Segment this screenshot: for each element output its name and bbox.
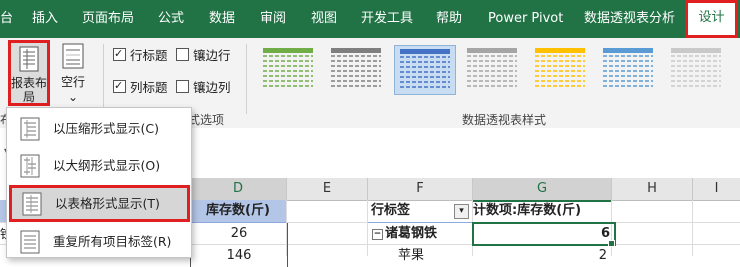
blank-rows-button[interactable]: 空行 ⌄ [56, 42, 90, 106]
filter-dropdown-icon[interactable]: ▾ [454, 204, 469, 219]
column-header-f[interactable]: F [368, 178, 473, 201]
pivot-style-thumbnail[interactable] [598, 45, 658, 93]
blank-rows-icon [62, 43, 84, 69]
cell-d-value[interactable]: 146 [190, 245, 288, 267]
cell-d-header[interactable]: 库存数(斤) [190, 200, 286, 223]
column-headers-label: 列标题 [130, 80, 168, 95]
ribbon-tab[interactable]: 公式 [158, 0, 184, 38]
report-layout-button[interactable]: 报表布局 ⌄ [8, 40, 50, 118]
pivot-row-group[interactable]: − 诸葛钢铁 [368, 223, 472, 245]
pivot-styles-group-label: 数据透视表样式 [462, 113, 547, 127]
pivot-value-cell-selected[interactable]: 6 [472, 222, 616, 246]
pivot-style-preview-icon [671, 48, 721, 87]
group-divider [246, 44, 247, 114]
pivot-style-thumbnail[interactable] [530, 45, 590, 93]
pivot-row-labels-header[interactable]: 行标签 ▾ [368, 200, 472, 223]
banded-rows-checkbox[interactable]: 镶边行 [176, 48, 231, 64]
ribbon-tab[interactable]: 台 [0, 0, 13, 38]
pivot-style-thumbnail[interactable] [394, 45, 456, 95]
pivot-style-preview-icon [400, 49, 450, 88]
column-headers-checkbox[interactable]: 列标题 [113, 78, 168, 96]
column-header-e[interactable]: E [287, 178, 368, 201]
menu-item-label: 以表格形式显示(T) [55, 196, 160, 211]
column-header-i[interactable]: I [693, 178, 740, 201]
repeat-labels-icon [20, 230, 40, 254]
tabular-form-icon [22, 192, 42, 216]
cell-d-value[interactable]: 26 [190, 223, 288, 245]
banded-columns-checkbox[interactable]: 镶边列 [176, 80, 231, 96]
pivot-value-header[interactable]: 计数项:库存数(斤) [473, 200, 611, 223]
pivot-style-preview-icon [603, 48, 653, 87]
menu-item-label: 重复所有项目标签(R) [53, 234, 172, 249]
banded-rows-label: 镶边行 [193, 48, 231, 63]
banded-columns-label: 镶边列 [193, 80, 231, 95]
pivot-style-thumbnail[interactable] [326, 45, 386, 93]
pivot-style-preview-icon [263, 48, 313, 87]
row-labels-text: 行标签 [371, 203, 411, 218]
report-layout-icon [19, 46, 39, 72]
ribbon-tab[interactable]: 帮助 [436, 0, 462, 38]
menu-item-tabular-form[interactable]: 以表格形式显示(T) [9, 185, 190, 222]
ribbon-tab[interactable]: 数据 [209, 0, 235, 38]
outline-form-icon [20, 154, 40, 178]
grid-line [692, 200, 693, 256]
report-layout-label: 报表布局 [11, 76, 48, 104]
ribbon-tab[interactable]: 视图 [311, 0, 337, 38]
tab-design[interactable]: 设计 [685, 0, 738, 38]
group-divider [103, 44, 104, 114]
collapse-icon[interactable]: − [372, 229, 383, 240]
compact-form-icon [20, 117, 40, 141]
row-headers-checkbox[interactable]: 行标题 [113, 46, 168, 64]
style-options-group-label: 式选项 [188, 113, 225, 127]
checkbox-icon [176, 48, 189, 61]
pivot-style-preview-icon [331, 48, 381, 87]
pivot-style-preview-icon [467, 48, 517, 87]
pivot-style-preview-icon [535, 48, 585, 87]
report-layout-menu: 以压缩形式显示(C) 以大纲形式显示(O) 以表格形式显示(T) 重复所有项目标… [6, 107, 192, 258]
ribbon-tab[interactable]: 审阅 [260, 0, 286, 38]
ribbon-tab[interactable]: 数据透视表分析 [584, 0, 675, 38]
menu-item-compact-form[interactable]: 以压缩形式显示(C) [7, 110, 191, 147]
blank-rows-label: 空行 [60, 75, 85, 89]
row-headers-label: 行标题 [130, 48, 168, 63]
pivot-row-item[interactable]: 苹果 [398, 245, 472, 267]
pivot-style-thumbnail[interactable] [258, 45, 318, 93]
menu-item-repeat-labels[interactable]: 重复所有项目标签(R) [7, 223, 191, 260]
pivot-style-thumbnail[interactable] [666, 45, 726, 93]
checkbox-checked-icon [113, 78, 126, 94]
ribbon-tab[interactable]: 页面布局 [82, 0, 134, 38]
menu-item-label: 以大纲形式显示(O) [53, 158, 161, 173]
checkbox-icon [176, 80, 189, 93]
menu-item-label: 以压缩形式显示(C) [53, 121, 159, 136]
ribbon-tab[interactable]: 插入 [32, 0, 58, 38]
ribbon-tab[interactable]: Power Pivot [488, 0, 563, 38]
column-header-h[interactable]: H [612, 178, 693, 201]
group-label: 诸葛钢铁 [385, 226, 438, 241]
column-header-d[interactable]: D [190, 178, 287, 202]
ribbon-tab[interactable]: 开发工具 [361, 0, 413, 38]
pivot-style-thumbnail[interactable] [462, 45, 522, 93]
column-header-g[interactable]: G [473, 178, 612, 202]
menu-item-outline-form[interactable]: 以大纲形式显示(O) [7, 147, 191, 184]
checkbox-checked-icon [113, 46, 126, 62]
chevron-down-icon: ⌄ [67, 90, 79, 104]
pivot-value-cell[interactable]: 2 [473, 245, 611, 267]
